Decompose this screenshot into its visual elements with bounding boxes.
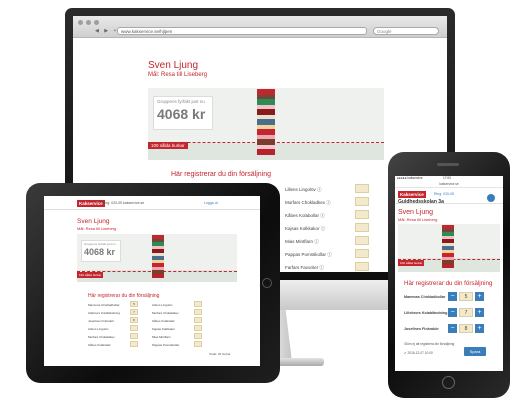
quantity-input[interactable] xyxy=(130,325,138,331)
tablet-home-button[interactable] xyxy=(262,278,272,288)
site-logo[interactable]: Kakservice xyxy=(77,200,105,207)
product-label: Josefines Finkrakör xyxy=(404,327,439,331)
product-label: Morfars Chokladkex ⓘ xyxy=(285,200,331,205)
product-label: Farfars Favoriter ⓘ xyxy=(285,265,325,270)
header-site[interactable]: kakservice.se xyxy=(123,201,144,205)
product-label: Mias Mintflarn ⓘ xyxy=(285,239,319,244)
decrease-button[interactable]: − xyxy=(448,292,457,301)
sales-section-title: Här registrerar du din försäljning xyxy=(404,280,493,287)
quantity-input[interactable] xyxy=(194,317,202,323)
address-bar[interactable]: www.kakservice.se/hjlpen xyxy=(117,27,367,35)
quantity-input[interactable] xyxy=(194,341,202,347)
quantity-input[interactable] xyxy=(194,325,202,331)
quantity-input[interactable] xyxy=(355,249,369,258)
quantity-input[interactable] xyxy=(130,333,138,339)
logout-link[interactable]: Logga ut xyxy=(204,201,218,205)
status-time: 17:00 xyxy=(443,176,451,180)
product-label: Kåbes Kolabollar ⓘ xyxy=(285,213,325,218)
profile-icon[interactable] xyxy=(487,194,495,202)
browser-toolbar: ◀ ▶ + www.kakservice.se/hjlpen Google xyxy=(73,16,447,38)
seller-name: Sven Ljung xyxy=(77,218,110,225)
increase-button[interactable]: + xyxy=(475,308,484,317)
quantity-input[interactable]: 7 xyxy=(130,309,138,315)
quantity-input[interactable] xyxy=(355,236,369,245)
quantity-input[interactable] xyxy=(194,309,202,315)
decrease-button[interactable]: − xyxy=(448,308,457,317)
seller-name: Sven Ljung xyxy=(148,60,199,71)
product-label: Lillebrors Kolabländning xyxy=(404,311,448,315)
product-label: Lillens Lingolöv ⓘ xyxy=(285,187,322,192)
quantity-input[interactable] xyxy=(355,184,369,193)
site-logo[interactable]: Kakservice xyxy=(398,191,426,198)
seller-goal: Mål: Resa till Liseberg xyxy=(148,72,208,78)
quantity-input[interactable] xyxy=(194,301,202,307)
quantity-input[interactable] xyxy=(355,262,369,271)
cookie-jar-stack xyxy=(257,89,275,155)
header-phone[interactable]: Ring: 020-05 xyxy=(434,192,454,196)
group-total-label: Gruppens fyrfäkt just nu xyxy=(157,99,205,104)
header-phone: Ring: 020-05 xyxy=(102,201,123,205)
phone-screen: ●●●●● kakservice 17:00 kakservice.se Kak… xyxy=(395,176,503,371)
product-label: Pappas Pomstikollar xyxy=(152,343,180,347)
browser-nav-buttons[interactable]: ◀ ▶ + xyxy=(95,28,118,34)
tablet-screen: Kakservice Ring: 020-05 kakservice.se Lo… xyxy=(44,196,260,366)
quantity-input[interactable]: 7 xyxy=(459,308,473,317)
product-label: Kåbes Kolabollar xyxy=(88,343,111,347)
sales-section-title: Här registrerar du din försäljning xyxy=(171,171,271,178)
quantity-input[interactable]: 5 xyxy=(459,292,473,301)
cookie-jar-stack xyxy=(152,235,164,278)
sold-jars-tag: 100 sålda burkar xyxy=(398,260,425,266)
quantity-input[interactable] xyxy=(355,197,369,206)
product-label: Josefines Finkrakör xyxy=(88,319,115,323)
product-label: Kajsas Kolkkakor ⓘ xyxy=(285,226,326,231)
quantity-input[interactable] xyxy=(130,341,138,347)
product-label: Morfars Chokladkex xyxy=(152,311,179,315)
device-mockup-stage: ◀ ▶ + www.kakservice.se/hjlpen Google Sv… xyxy=(0,0,521,401)
close-icon[interactable] xyxy=(78,20,83,25)
save-button[interactable]: Spara xyxy=(464,347,486,356)
sold-jars-tag: 100 sålda burkar xyxy=(148,142,188,149)
sold-jars-tag: 100 sålda burkar xyxy=(77,272,104,278)
quantity-input[interactable] xyxy=(355,210,369,219)
minimize-icon[interactable] xyxy=(86,20,91,25)
product-label: Lillens Lingolöv xyxy=(152,303,173,307)
increase-button[interactable]: + xyxy=(475,292,484,301)
group-total-amount: 4068 kr xyxy=(157,106,206,122)
increase-button[interactable]: + xyxy=(475,324,484,333)
saved-date: ✔ 2016-12-07 10:00 xyxy=(404,351,433,355)
window-controls[interactable] xyxy=(78,20,99,25)
product-label: Mammas Chokladbollar xyxy=(88,303,120,307)
group-total-amount: 4068 kr xyxy=(84,247,116,257)
quantity-input[interactable] xyxy=(355,223,369,232)
browser-search-input[interactable]: Google xyxy=(373,27,439,35)
sales-total: Totalt: 20 burkar xyxy=(209,352,231,356)
seller-goal: Mål: Resa till Liseberg xyxy=(77,226,117,231)
product-label: Mias Mintflarn xyxy=(152,335,171,339)
product-label: Lillebrors Kolabländning xyxy=(88,311,121,315)
seller-goal: Mål: Resa till Liseberg xyxy=(398,217,438,222)
product-label: Mammas Chokladbollar xyxy=(404,295,446,299)
product-label: Pappas Pomstikollar ⓘ xyxy=(285,252,332,257)
quantity-input[interactable] xyxy=(194,333,202,339)
quantity-input[interactable]: 5 xyxy=(130,301,138,307)
seller-name: Sven Ljung xyxy=(398,209,434,216)
product-label: Lillens Lingolöv xyxy=(88,327,109,331)
reminder-text: Glöm ej att registrera din försäljning xyxy=(404,342,455,346)
product-label: Kåbes Kolabollar xyxy=(152,319,175,323)
decrease-button[interactable]: − xyxy=(448,324,457,333)
phone-speaker xyxy=(437,163,459,166)
quantity-input[interactable]: 8 xyxy=(130,317,138,323)
phone-home-button[interactable] xyxy=(442,376,455,389)
product-label: Kajsas Kolkkakor xyxy=(152,327,176,331)
quantity-input[interactable]: 8 xyxy=(459,324,473,333)
maximize-icon[interactable] xyxy=(94,20,99,25)
cookie-jar-stack xyxy=(442,225,454,268)
school-name: Guldhedsskolan 3a xyxy=(398,199,444,205)
product-label: Morfars Chokladkex xyxy=(88,335,115,339)
group-total-label: Gruppens fyrfäkt just nu xyxy=(84,242,116,246)
sales-section-title: Här registrerar du din försäljning xyxy=(88,293,160,299)
